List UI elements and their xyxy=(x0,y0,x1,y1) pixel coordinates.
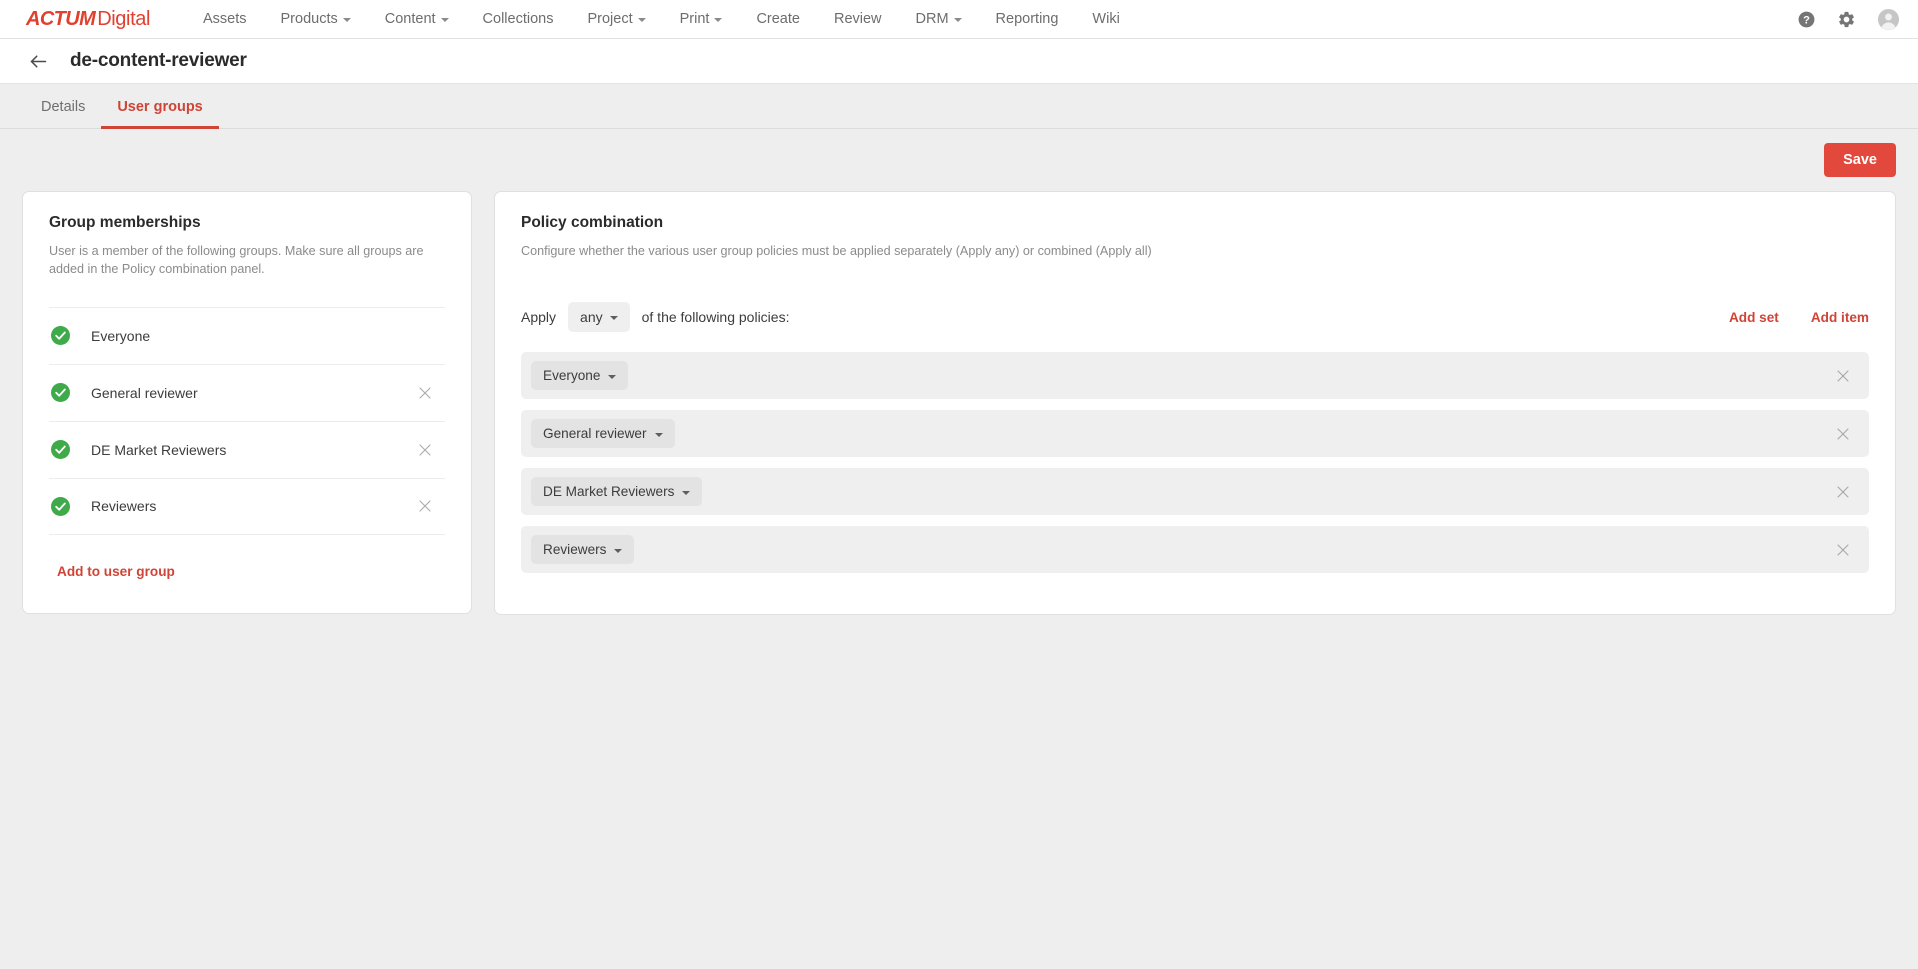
policy-group-dropdown[interactable]: DE Market Reviewers xyxy=(531,477,703,507)
apply-mode-value: any xyxy=(580,309,603,326)
policy-group-label: Reviewers xyxy=(543,542,607,558)
chevron-down-icon xyxy=(953,18,962,22)
policy-group-label: General reviewer xyxy=(543,426,647,442)
tab-bar: Details User groups xyxy=(0,84,1918,129)
group-memberships-list: Everyone General reviewer DE Market Review… xyxy=(49,306,445,535)
check-circle-icon xyxy=(51,326,70,345)
chevron-down-icon xyxy=(654,432,663,437)
top-navigation-bar: ACTUM Digital Assets Products Content Collec… xyxy=(0,0,1918,39)
main-menu: Assets Products Content Collections Project P… xyxy=(186,12,1137,27)
nav-item-label: Collections xyxy=(482,10,554,27)
nav-item-products[interactable]: Products xyxy=(264,12,368,27)
chevron-down-icon xyxy=(342,18,351,22)
nav-item-label: DRM xyxy=(915,10,949,27)
nav-item-content[interactable]: Content xyxy=(368,12,466,27)
policy-row: Reviewers xyxy=(521,526,1869,574)
remove-policy-row-icon[interactable] xyxy=(1831,364,1855,388)
group-membership-label: DE Market Reviewers xyxy=(91,441,227,458)
policy-row: DE Market Reviewers xyxy=(521,468,1869,516)
policy-rows-list: Everyone General reviewer DE Market Review… xyxy=(521,352,1869,574)
save-button[interactable]: Save xyxy=(1824,143,1896,177)
chevron-down-icon xyxy=(614,548,623,553)
remove-group-membership-icon[interactable] xyxy=(413,381,437,405)
nav-item-drm[interactable]: DRM xyxy=(899,12,979,27)
account-avatar-icon[interactable] xyxy=(1877,8,1900,31)
help-icon[interactable]: ? xyxy=(1797,10,1816,29)
nav-item-reporting[interactable]: Reporting xyxy=(979,12,1076,27)
chevron-down-icon xyxy=(609,316,618,321)
chevron-down-icon xyxy=(637,18,646,22)
apply-suffix-label: of the following policies: xyxy=(641,309,790,326)
nav-item-collections[interactable]: Collections xyxy=(466,12,571,27)
nav-item-wiki[interactable]: Wiki xyxy=(1075,12,1136,27)
chevron-down-icon xyxy=(440,18,449,22)
policy-combination-description: Configure whether the various user group… xyxy=(521,244,1152,258)
nav-item-project[interactable]: Project xyxy=(570,12,662,27)
nav-item-label: Content xyxy=(384,10,436,27)
check-circle-icon xyxy=(51,383,70,402)
check-circle-icon xyxy=(51,496,70,516)
nav-item-label: Products xyxy=(280,10,338,27)
nav-item-label: Create xyxy=(756,10,800,27)
policy-row: General reviewer xyxy=(521,410,1869,458)
remove-policy-row-icon[interactable] xyxy=(1831,422,1855,446)
group-membership-row: DE Market Reviewers xyxy=(49,420,445,478)
group-membership-label: General reviewer xyxy=(91,384,198,401)
add-to-user-group-link[interactable]: Add to user group xyxy=(57,564,175,579)
policy-group-label: Everyone xyxy=(543,368,601,384)
group-membership-row: General reviewer xyxy=(49,363,445,421)
group-memberships-description: User is a member of the following groups… xyxy=(49,244,424,277)
remove-group-membership-icon[interactable] xyxy=(413,438,437,462)
gear-icon[interactable] xyxy=(1837,10,1856,29)
brand-logo-mark: ACTUM xyxy=(26,8,96,30)
group-membership-label: Reviewers xyxy=(91,498,157,514)
remove-policy-row-icon[interactable] xyxy=(1831,480,1855,504)
page-header: de-content-reviewer xyxy=(0,39,1918,84)
policy-combination-panel: Policy combination Configure whether the… xyxy=(494,191,1896,616)
chevron-down-icon xyxy=(608,374,617,379)
svg-text:?: ? xyxy=(1803,14,1810,26)
remove-group-membership-icon[interactable] xyxy=(413,494,437,518)
brand-logo-word: Digital xyxy=(97,8,150,30)
group-memberships-title: Group memberships xyxy=(49,214,201,231)
apply-prefix-label: Apply xyxy=(521,309,557,326)
policy-combination-title: Policy combination xyxy=(521,214,664,231)
policy-group-dropdown[interactable]: Reviewers xyxy=(531,535,635,565)
nav-item-label: Print xyxy=(679,10,710,27)
policy-row: Everyone xyxy=(521,352,1869,400)
policy-group-label: DE Market Reviewers xyxy=(543,484,675,500)
main-content: Group memberships User is a member of th… xyxy=(0,191,1918,616)
nav-item-label: Assets xyxy=(203,10,247,27)
group-membership-row: Everyone xyxy=(49,306,445,364)
nav-item-review[interactable]: Review xyxy=(817,12,899,27)
nav-item-label: Review xyxy=(833,10,882,27)
tab-user-groups[interactable]: User groups xyxy=(101,99,219,129)
nav-item-label: Reporting xyxy=(995,10,1059,27)
nav-item-label: Wiki xyxy=(1092,10,1120,27)
group-membership-row: Reviewers xyxy=(49,477,445,535)
chevron-down-icon xyxy=(714,18,723,22)
policy-group-dropdown[interactable]: Everyone xyxy=(531,361,629,391)
tab-details[interactable]: Details xyxy=(25,99,101,129)
apply-rule-row: Apply any of the following policies: Add… xyxy=(521,302,1869,333)
action-toolbar: Save xyxy=(0,129,1918,191)
add-set-link[interactable]: Add set xyxy=(1729,310,1779,325)
check-circle-icon xyxy=(51,440,70,459)
page-title: de-content-reviewer xyxy=(70,50,247,71)
nav-item-print[interactable]: Print xyxy=(663,12,740,27)
nav-item-create[interactable]: Create xyxy=(739,12,817,27)
remove-policy-row-icon[interactable] xyxy=(1831,538,1855,562)
chevron-down-icon xyxy=(682,490,691,495)
group-membership-label: Everyone xyxy=(91,327,151,344)
nav-item-assets[interactable]: Assets xyxy=(186,12,264,27)
top-nav-actions: ? xyxy=(1797,0,1900,38)
policy-group-dropdown[interactable]: General reviewer xyxy=(531,419,675,449)
add-item-link[interactable]: Add item xyxy=(1811,310,1869,325)
nav-item-label: Project xyxy=(587,10,633,27)
group-memberships-panel: Group memberships User is a member of th… xyxy=(22,191,472,614)
arrow-left-icon[interactable] xyxy=(28,51,49,72)
brand-logo[interactable]: ACTUM Digital xyxy=(26,9,150,29)
apply-mode-dropdown[interactable]: any xyxy=(568,302,630,333)
policy-add-actions: Add set Add item xyxy=(1729,310,1869,325)
